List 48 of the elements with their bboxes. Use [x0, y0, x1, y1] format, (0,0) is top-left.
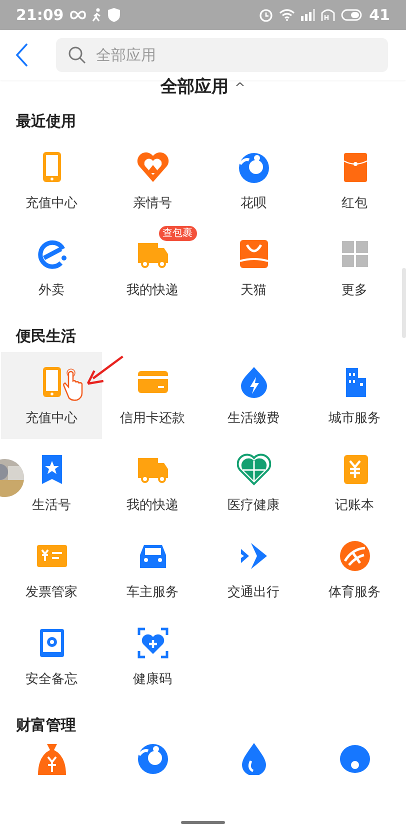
signal-icon [301, 9, 316, 21]
app-tile[interactable]: 体育服务 [328, 526, 380, 613]
app-tile[interactable]: 充值中心 [1, 352, 102, 439]
infinity-icon [70, 10, 86, 20]
section-title: 最近使用 [15, 111, 77, 132]
app-tile[interactable]: 交通出行 [228, 526, 280, 613]
section-title: 财富管理 [15, 715, 77, 736]
app-tile[interactable]: 发票管家 [26, 526, 78, 613]
collapse-caret[interactable]: ^ [234, 82, 246, 96]
app-tile[interactable]: 亲情号 [133, 137, 172, 224]
app-tile[interactable]: 车主服务 [126, 526, 178, 613]
heart-icon [136, 150, 170, 184]
app-tile[interactable]: 花呗 [236, 137, 270, 224]
app-tile[interactable]: 天猫 [236, 224, 270, 311]
section-header: 全部应用 [160, 79, 229, 96]
app-tile[interactable]: 充值中心 [26, 137, 78, 224]
app-tile[interactable]: 健康码 [133, 613, 172, 700]
walking-person-icon [92, 8, 102, 22]
status-time: 21:09 [16, 6, 64, 24]
battery-level: 41 [369, 6, 390, 24]
badge: 查包裹 [158, 226, 196, 241]
app-tile[interactable]: 我的快递 [126, 439, 178, 526]
app-tile[interactable]: 记账本 [335, 439, 374, 526]
section-title: 便民生活 [14, 326, 77, 347]
app-tile[interactable]: 医疗健康 [228, 439, 280, 526]
app-tile[interactable]: 查包裹 我的快递 [102, 224, 203, 311]
app-tile[interactable]: 外卖 [34, 224, 68, 311]
app-tile[interactable]: 更多 [338, 224, 372, 311]
heart-cross-icon [236, 452, 270, 486]
health-code-icon [136, 626, 170, 660]
app-tile[interactable]: 生活缴费 [228, 352, 280, 439]
hand-cursor-drawing [62, 368, 84, 402]
wifi-icon [279, 9, 296, 21]
swirl-icon [136, 741, 170, 775]
shield-icon [108, 8, 120, 22]
search-field[interactable]: 全部应用 [94, 45, 376, 65]
search-icon [68, 46, 86, 64]
app-tile[interactable]: 安全备忘 [26, 613, 78, 700]
battery-icon [341, 9, 364, 21]
app-tile[interactable] [136, 741, 170, 775]
sport-icon [338, 538, 372, 572]
hd-icon [321, 9, 336, 21]
app-tile[interactable]: 红包 [338, 137, 372, 224]
app-tile[interactable]: 城市服务 [328, 352, 380, 439]
app-tile[interactable]: 生活号 [32, 439, 71, 526]
search-box[interactable]: 全部应用 [56, 38, 388, 72]
app-tile[interactable]: 信用卡还款 [120, 352, 185, 439]
alarm-icon [259, 8, 274, 22]
